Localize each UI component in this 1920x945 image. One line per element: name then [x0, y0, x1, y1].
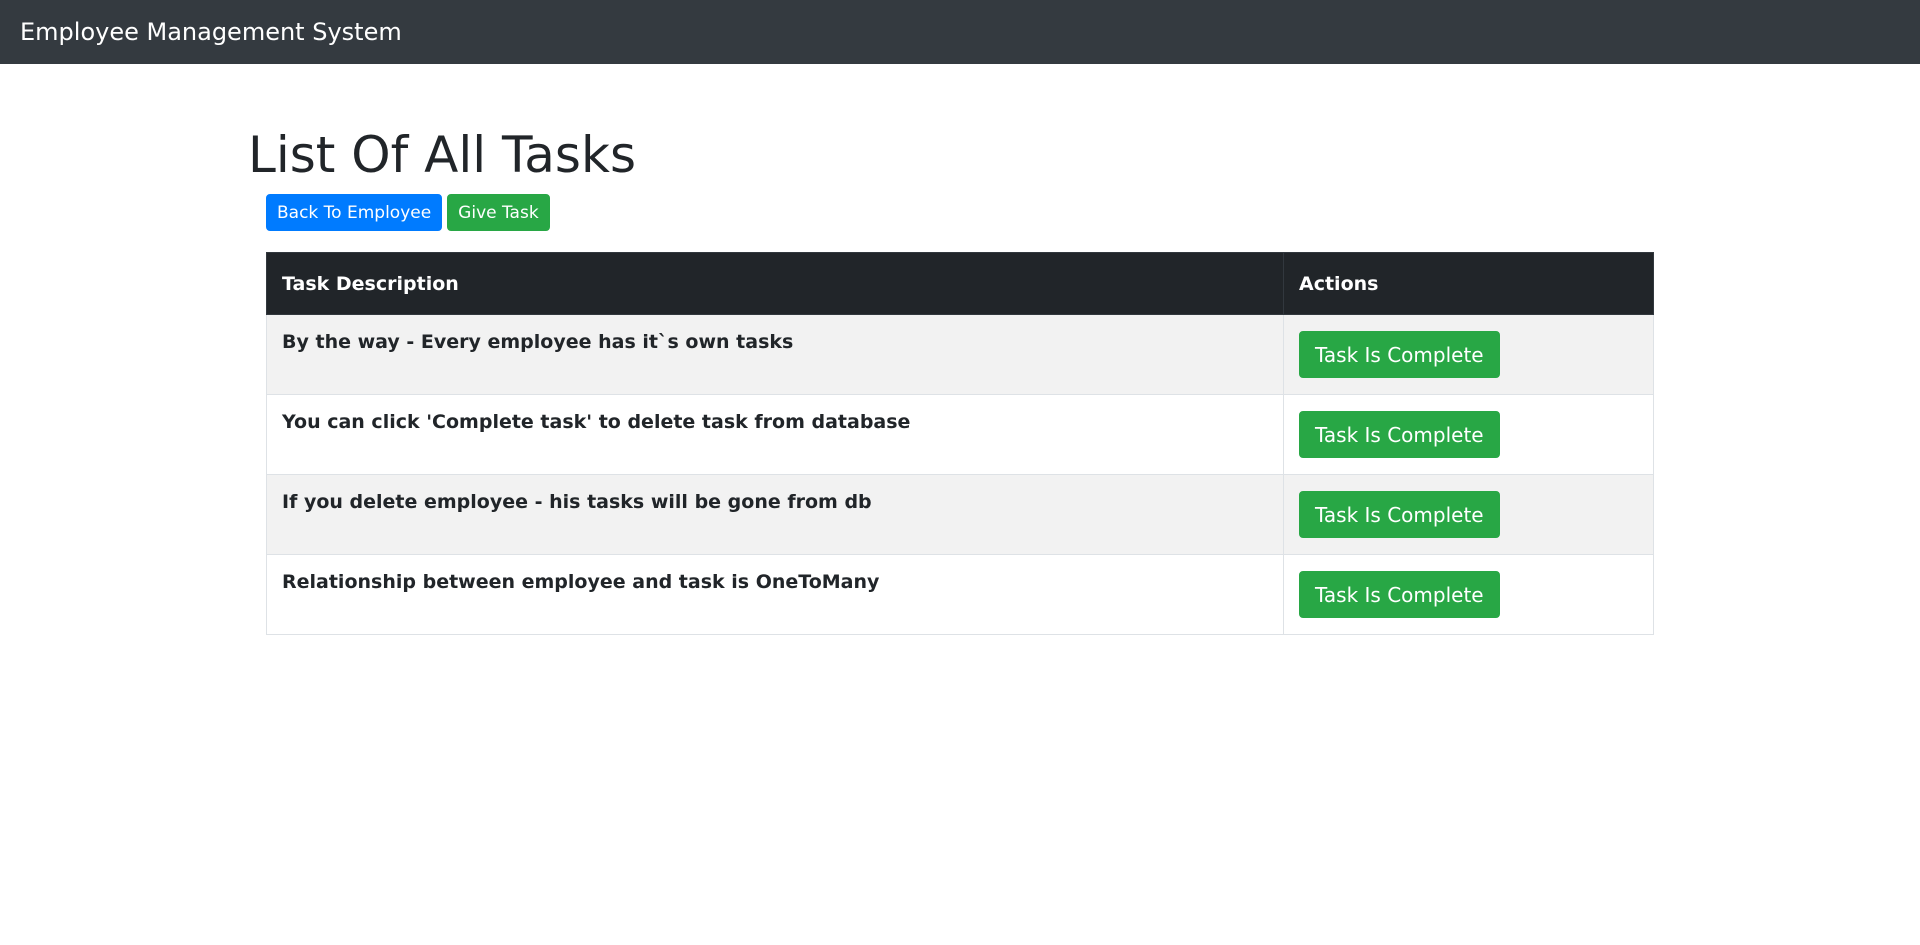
table-header-row: Task Description Actions — [266, 252, 1654, 315]
task-actions: Task Is Complete — [1283, 474, 1654, 555]
header-actions: Actions — [1283, 252, 1654, 315]
task-description: You can click 'Complete task' to delete … — [266, 394, 1284, 475]
table-row: Relationship between employee and task i… — [266, 554, 1654, 635]
task-description: By the way - Every employee has it`s own… — [266, 314, 1284, 395]
task-actions: Task Is Complete — [1283, 394, 1654, 475]
task-actions: Task Is Complete — [1283, 554, 1654, 635]
table-row: If you delete employee - his tasks will … — [266, 474, 1654, 555]
task-complete-button[interactable]: Task Is Complete — [1299, 491, 1500, 538]
navbar-brand[interactable]: Employee Management System — [20, 20, 402, 44]
task-complete-button[interactable]: Task Is Complete — [1299, 571, 1500, 618]
task-actions: Task Is Complete — [1283, 314, 1654, 395]
task-complete-button[interactable]: Task Is Complete — [1299, 331, 1500, 378]
toolbar: Back To Employee Give Task — [266, 194, 550, 231]
back-to-employee-button[interactable]: Back To Employee — [266, 194, 443, 231]
page-title: List Of All Tasks — [248, 126, 636, 184]
task-description: If you delete employee - his tasks will … — [266, 474, 1284, 555]
table-header: Task Description Actions — [266, 252, 1654, 315]
table-row: You can click 'Complete task' to delete … — [266, 394, 1654, 475]
task-complete-button[interactable]: Task Is Complete — [1299, 411, 1500, 458]
give-task-button[interactable]: Give Task — [447, 194, 550, 231]
table-body: By the way - Every employee has it`s own… — [266, 314, 1654, 635]
header-task-description: Task Description — [266, 252, 1284, 315]
task-description: Relationship between employee and task i… — [266, 554, 1284, 635]
navbar: Employee Management System — [0, 0, 1920, 64]
task-table: Task Description Actions By the way - Ev… — [266, 252, 1654, 635]
table-row: By the way - Every employee has it`s own… — [266, 314, 1654, 395]
